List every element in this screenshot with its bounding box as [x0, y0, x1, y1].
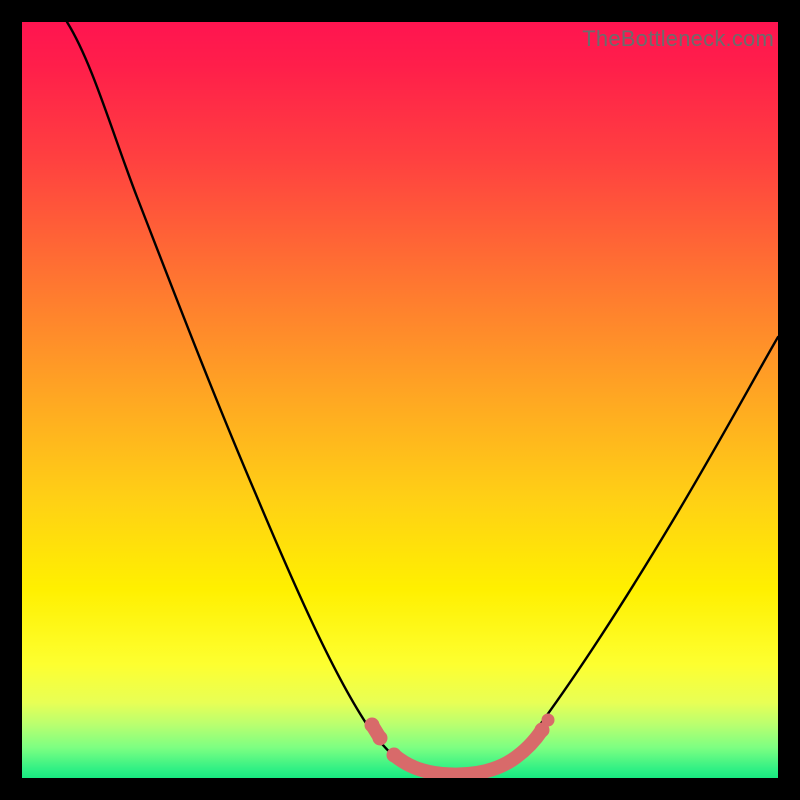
- plot-area: [22, 22, 778, 778]
- chart-frame: TheBottleneck.com: [0, 0, 800, 800]
- optimal-range-highlight: [365, 714, 554, 775]
- bottleneck-curve: [67, 22, 778, 776]
- watermark-text: TheBottleneck.com: [582, 26, 774, 52]
- curve-layer: [22, 22, 778, 778]
